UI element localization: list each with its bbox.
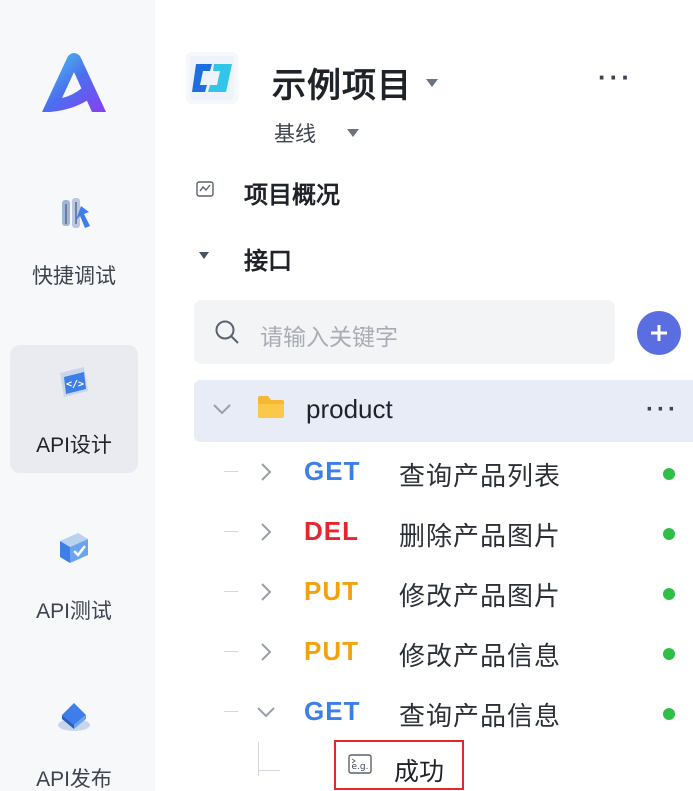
example-label: 成功 [394,758,445,786]
tree-api-item[interactable]: GET 查询产品信息 [194,682,693,742]
api-name: 修改产品信息 [399,641,562,671]
chevron-down-icon[interactable] [212,402,232,416]
example-item-success[interactable]: e.g. 成功 [334,740,464,790]
folder-icon [258,396,284,418]
status-dot [663,468,675,480]
tree-api-item[interactable]: PUT 修改产品图片 [194,562,693,622]
rail-item-label: API设计 [36,434,112,457]
api-name: 删除产品图片 [399,521,562,551]
example-eg-icon: e.g. [348,754,372,774]
app-logo-icon [42,53,106,112]
http-method-badge: DEL [304,516,359,546]
tree-connector [224,471,238,472]
left-rail: 快捷调试 </> API设计 API测试 API发布 [0,0,155,791]
http-method-badge: GET [304,456,361,486]
http-method-badge: PUT [304,636,359,666]
tree-connector [224,591,238,592]
rail-item-quick-debug[interactable]: 快捷调试 [10,180,138,308]
branch-selector[interactable]: 基线 [274,118,316,148]
api-name: 查询产品信息 [399,701,562,731]
status-dot [663,588,675,600]
code-design-icon: </> [60,367,88,397]
api-name: 修改产品图片 [399,581,562,611]
tree-api-item[interactable]: DEL 删除产品图片 [194,502,693,562]
rail-item-label: 快捷调试 [32,265,116,288]
http-method-badge: GET [304,696,361,726]
project-logo-icon [186,52,238,104]
nav-project-overview[interactable]: 项目概况 [244,175,340,210]
branch-dropdown-icon[interactable] [347,129,359,137]
tree-connector [224,711,238,712]
api-name: 查询产品列表 [399,461,562,491]
publish-icon [58,703,90,731]
tree-connector [224,531,238,532]
search-icon [215,320,239,344]
folder-label: product [306,394,393,424]
chevron-right-icon[interactable] [256,580,276,604]
chevron-right-icon[interactable] [256,520,276,544]
tree-api-item[interactable]: GET 查询产品列表 [194,442,693,502]
rail-item-api-test[interactable]: API测试 [10,515,138,643]
folder-more-button[interactable]: ··· [646,396,679,424]
add-button[interactable] [637,311,681,355]
rail-item-label: API测试 [36,600,112,623]
nav-interfaces[interactable]: 接口 [244,241,292,276]
status-dot [663,708,675,720]
project-more-button[interactable]: ··· [598,62,633,93]
rail-item-api-design[interactable]: </> API设计 [10,345,138,473]
svg-text:</>: </> [66,379,84,390]
chevron-right-icon[interactable] [256,640,276,664]
test-check-icon [60,533,88,563]
rail-item-label: API发布 [36,768,112,791]
plus-icon [651,325,667,341]
chevron-down-icon[interactable] [254,702,278,722]
status-dot [663,648,675,660]
interfaces-collapse-icon[interactable] [199,252,209,259]
search-input[interactable]: 请输入关键字 [260,318,398,352]
tree-connector [224,651,238,652]
http-method-badge: PUT [304,576,359,606]
tree-connector [258,770,280,771]
project-dropdown-icon[interactable] [426,79,438,87]
svg-text:e.g.: e.g. [352,762,369,772]
overview-chart-icon [196,181,214,197]
status-dot [663,528,675,540]
tree-folder-product[interactable]: product ··· [194,380,693,442]
bug-debug-icon [62,198,90,228]
rail-item-api-publish[interactable]: API发布 [10,685,138,791]
search-box[interactable]: 请输入关键字 [194,300,615,364]
project-name[interactable]: 示例项目 [272,58,412,107]
tree-api-item[interactable]: PUT 修改产品信息 [194,622,693,682]
chevron-right-icon[interactable] [256,460,276,484]
